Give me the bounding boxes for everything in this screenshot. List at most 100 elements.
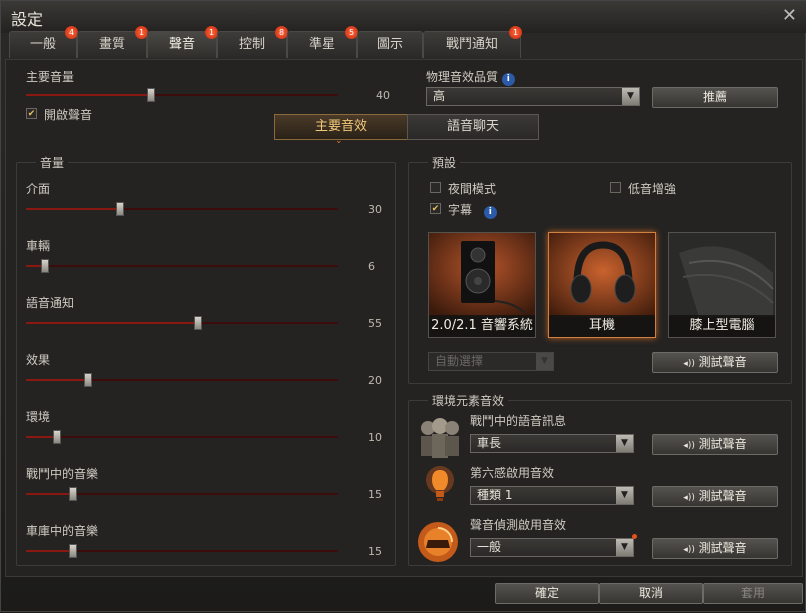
button-label: 測試聲音 [698,437,747,451]
tab-label: 聲音 [168,37,195,52]
enable-sound-checkbox[interactable]: ✔ [26,108,37,119]
sixth-sense-sound-dropdown[interactable]: 種類 1 ▼ [470,486,634,505]
cancel-button[interactable]: 取消 [599,583,703,604]
slider-thumb[interactable] [53,430,62,444]
preset-card-speakers[interactable]: 2.0/2.1 音響系統 [428,232,536,338]
test-sound-button[interactable]: ◂)) 測試聲音 [652,486,778,507]
tab-label: 圖示 [376,37,403,52]
subtitles-label: 字幕 i [448,201,497,219]
slider-thumb[interactable] [68,487,77,501]
voice-message-dropdown[interactable]: 車長 ▼ [470,434,634,453]
chevron-down-icon: ▼ [616,435,633,452]
new-indicator-dot [632,534,637,539]
slider-thumb[interactable] [68,544,77,558]
tab-graphics[interactable]: 畫質 1 [77,26,148,58]
slider-fill [26,493,73,495]
auto-select-dropdown: 自動選擇 ▼ [428,352,554,371]
subtitles-text: 字幕 [448,203,473,217]
volume-slider-value: 55 [368,317,382,330]
volume-slider-label: 車庫中的音樂 [26,524,99,538]
volume-slider-value: 20 [368,374,382,387]
preset-card-label: 膝上型電腦 [669,315,775,337]
test-sound-button[interactable]: ◂)) 測試聲音 [652,538,778,559]
sound-detection-dropdown[interactable]: 一般 ▼ [470,538,634,557]
env-item-label: 戰鬥中的語音訊息 [470,414,567,428]
volume-slider[interactable] [26,202,338,216]
volume-slider[interactable] [26,487,338,501]
slider-fill [26,208,120,210]
button-label: 測試聲音 [698,541,747,555]
dropdown-value: 高 [433,89,446,103]
subtitles-checkbox[interactable]: ✔ [430,203,441,214]
volume-slider-label: 介面 [26,182,51,196]
chevron-down-icon: ▼ [536,353,553,370]
tab-sound[interactable]: 聲音 1 [147,26,218,58]
preset-card-headphones[interactable]: 耳機 [548,232,656,338]
laptop-icon [669,233,775,317]
bass-boost-checkbox[interactable] [610,182,621,193]
slider-thumb[interactable] [193,316,202,330]
chevron-down-icon: ▼ [616,539,633,556]
crew-icon [421,418,459,458]
enable-sound-label: 開啟聲音 [44,108,93,122]
volume-slider-value: 15 [368,488,382,501]
master-volume-slider[interactable] [26,88,338,102]
tab-markers[interactable]: 圖示 [357,31,423,58]
button-label: 測試聲音 [698,489,747,503]
headphones-icon [549,233,655,317]
tab-label: 一般 [29,37,56,52]
sound-detection-icon [418,522,458,562]
presets-group-title: 預設 [428,154,461,171]
notification-badge: 1 [509,26,522,39]
subtab-voice-chat[interactable]: 語音聊天 [407,114,539,140]
bass-boost-label: 低音增強 [628,182,677,196]
volume-slider-label: 效果 [26,353,51,367]
env-item-label: 聲音偵測啟用音效 [470,518,567,532]
dropdown-value: 種類 1 [477,488,513,502]
night-mode-checkbox[interactable] [430,182,441,193]
speaker-volume-icon: ◂)) [683,493,695,503]
ok-button[interactable]: 確定 [495,583,599,604]
tab-label: 控制 [238,37,265,52]
tab-bar: 一般 4 畫質 1 聲音 1 控制 8 準星 5 圖示 戰鬥通知 1 [5,26,803,59]
volume-slider-value: 6 [368,260,375,273]
tab-crosshair[interactable]: 準星 5 [287,26,358,58]
slider-thumb[interactable] [115,202,124,216]
volume-slider[interactable] [26,316,338,330]
close-icon[interactable]: ✕ [782,5,797,26]
volume-slider-label: 戰鬥中的音樂 [26,467,99,481]
dropdown-value: 自動選擇 [435,354,484,368]
physics-quality-dropdown[interactable]: 高 ▼ [426,87,640,106]
slider-fill [26,379,89,381]
environment-sounds-title: 環境元素音效 [428,392,509,409]
tab-battle-notifications[interactable]: 戰鬥通知 1 [423,26,522,58]
tab-general[interactable]: 一般 4 [9,26,78,58]
slider-fill [26,94,151,96]
slider-thumb[interactable] [84,373,93,387]
preset-card-laptop[interactable]: 膝上型電腦 [668,232,776,338]
test-sound-button[interactable]: ◂)) 測試聲音 [652,434,778,455]
physics-quality-label: 物理音效品質 i [426,68,515,86]
preset-card-label: 耳機 [549,315,655,337]
slider-thumb[interactable] [40,259,49,273]
volume-group-title: 音量 [36,154,69,171]
button-label: 測試聲音 [698,355,747,369]
info-icon[interactable]: i [483,206,497,219]
volume-slider-value: 10 [368,431,382,444]
volume-slider[interactable] [26,259,338,273]
speaker-volume-icon: ◂)) [683,441,695,451]
slider-thumb[interactable] [146,88,155,102]
chevron-down-icon: ▼ [622,88,639,105]
settings-window: 設定 ✕ 一般 4 畫質 1 聲音 1 控制 8 準星 5 圖示 戰鬥通知 1 主要音量 4… [0,0,806,612]
info-icon[interactable]: i [501,73,515,86]
volume-slider[interactable] [26,430,338,444]
volume-slider-label: 語音通知 [26,296,75,310]
tab-controls[interactable]: 控制 8 [217,26,288,58]
test-sound-button[interactable]: ◂)) 測試聲音 [652,352,778,373]
volume-slider[interactable] [26,544,338,558]
recommend-button[interactable]: 推薦 [652,87,778,108]
volume-slider-value: 30 [368,203,382,216]
volume-slider[interactable] [26,373,338,387]
dropdown-value: 一般 [477,540,502,554]
apply-button[interactable]: 套用 [703,583,803,604]
